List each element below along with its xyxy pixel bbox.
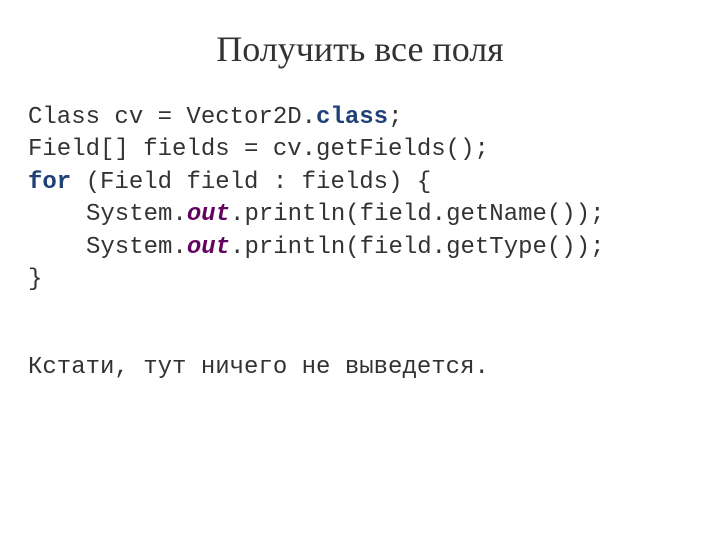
code-text: System. (86, 234, 187, 261)
code-block: Class cv = Vector2D.class; Field[] field… (28, 102, 692, 296)
code-text: Field[] fields = cv.getFields(); (28, 136, 489, 163)
code-text: System. (86, 201, 187, 228)
code-text: .println(field.getType()); (230, 234, 604, 261)
keyword-for: for (28, 169, 71, 196)
slide-container: Получить все поля Class cv = Vector2D.cl… (0, 0, 720, 401)
keyword-out: out (187, 234, 230, 261)
code-text: (Field field : fields) { (71, 169, 431, 196)
keyword-out: out (187, 201, 230, 228)
note-text: Кстати, тут ничего не выведется. (28, 354, 692, 381)
code-text: ; (388, 104, 402, 131)
keyword-class: class (316, 104, 388, 131)
code-text: .println(field.getName()); (230, 201, 604, 228)
slide-title: Получить все поля (28, 28, 692, 70)
code-text: Class cv = Vector2D. (28, 104, 316, 131)
code-text: } (28, 266, 42, 293)
